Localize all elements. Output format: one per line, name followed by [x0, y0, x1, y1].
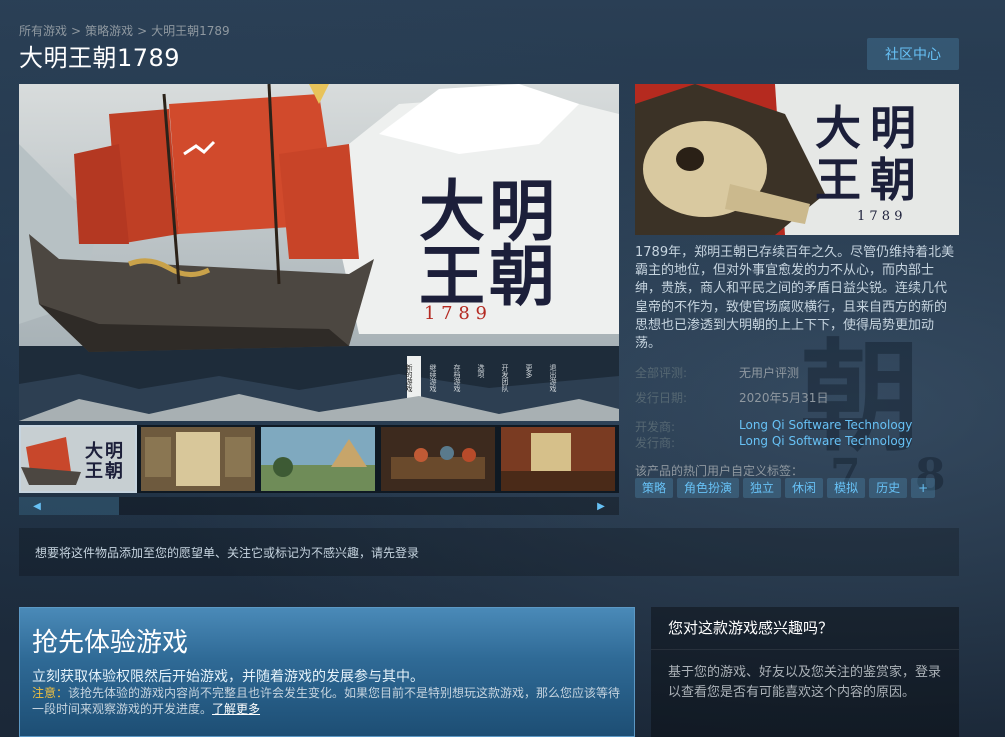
- reviews-value: 无用户评测: [739, 366, 800, 380]
- thumbnail-logo-char-3: 王: [85, 461, 103, 482]
- thumbnail-3-art: [261, 427, 375, 491]
- developer-link[interactable]: Long Qi Software Technology: [739, 418, 912, 432]
- tag-list: 策略 角色扮演 独立 休闲 模拟 历史 +: [635, 478, 936, 498]
- login-prompt-bar: 想要将这件物品添加至您的愿望单、关注它或标记为不感兴趣，请先登录: [19, 528, 959, 576]
- interest-box: 您对这款游戏感兴趣吗？ 基于您的游戏、好友以及您关注的鉴赏家，登录以查看您是否有…: [651, 607, 959, 737]
- hero-menu-new-game: 新的游戏: [405, 363, 413, 393]
- thumbnail-1[interactable]: 大 明 王 朝: [19, 425, 137, 493]
- hero-menu-more: 更多: [525, 364, 533, 379]
- thumbnail-3[interactable]: [261, 427, 375, 491]
- capsule-logo-char-3: 王: [815, 153, 861, 207]
- thumbnail-5-art: [501, 427, 615, 491]
- thumbnail-logo-char-2: 明: [105, 441, 123, 462]
- game-description: 1789年，郑明王朝已存续百年之久。尽管仍维持着北美霸主的地位，但对外事宜愈发的…: [635, 245, 955, 352]
- capsule-logo-char-2: 明: [870, 101, 916, 155]
- tags-label: 该产品的热门用户自定义标签：: [635, 464, 804, 478]
- learn-more-link[interactable]: 了解更多: [212, 702, 260, 716]
- tag-strategy[interactable]: 策略: [635, 478, 674, 498]
- tag-casual[interactable]: 休闲: [785, 478, 824, 498]
- hero-menu-continue: 继续游戏: [429, 363, 437, 393]
- tag-history[interactable]: 历史: [869, 478, 908, 498]
- reviews-label: 全部评测:: [635, 366, 688, 380]
- hero-logo-year: 1 7 8 9: [424, 303, 487, 324]
- interest-title: 您对这款游戏感兴趣吗？: [668, 619, 834, 637]
- capsule-logo-year: 1 7 8 9: [857, 209, 902, 224]
- early-access-box: 抢先体验游戏 立刻获取体验权限然后开始游戏，并随着游戏的发展参与其中。 注意：该…: [19, 607, 635, 737]
- early-access-subtitle: 立刻获取体验权限然后开始游戏，并随着游戏的发展参与其中。: [32, 669, 424, 685]
- publisher-label: 发行商:: [635, 436, 676, 450]
- breadcrumb-separator: >: [71, 24, 82, 38]
- capsule-logo-char-4: 朝: [870, 153, 916, 207]
- hero-menu-exit: 退出游戏: [549, 363, 557, 393]
- tag-indie[interactable]: 独立: [743, 478, 782, 498]
- tag-simulation[interactable]: 模拟: [827, 478, 866, 498]
- early-access-title: 抢先体验游戏: [32, 628, 189, 658]
- thumbnail-2[interactable]: [141, 427, 255, 491]
- page-title: 大明王朝1789: [19, 44, 181, 72]
- hero-menu-options: 选项: [477, 363, 485, 379]
- developer-label: 开发商:: [635, 420, 676, 434]
- thumbnail-4[interactable]: [381, 427, 495, 491]
- scroll-right-arrow-icon[interactable]: ▶: [587, 497, 615, 515]
- breadcrumb-strategy[interactable]: 策略游戏: [85, 24, 133, 38]
- thumbnail-5[interactable]: [501, 427, 615, 491]
- thumbnail-4-art: [381, 427, 495, 491]
- thumbnail-logo-char-4: 朝: [105, 460, 123, 482]
- interest-text: 基于您的游戏、好友以及您关注的鉴赏家，登录以查看您是否有可能喜欢这个内容的原因。: [668, 665, 942, 700]
- release-date-label: 发行日期:: [635, 391, 688, 405]
- login-prompt-text[interactable]: 想要将这件物品添加至您的愿望单、关注它或标记为不感兴趣，请先登录: [35, 544, 419, 561]
- thumbnail-2-art: [141, 427, 255, 491]
- breadcrumb-current[interactable]: 大明王朝1789: [151, 24, 230, 38]
- publisher-link[interactable]: Long Qi Software Technology: [739, 434, 912, 448]
- hero-menu-saves: 存档游戏: [453, 363, 461, 393]
- hero-logo-char-4: 朝: [489, 237, 555, 315]
- breadcrumb: 所有游戏 > 策略游戏 > 大明王朝1789: [19, 22, 230, 39]
- early-access-note-label: 注意：: [32, 686, 69, 700]
- capsule-logo-char-1: 大: [815, 101, 861, 155]
- thumbnail-strip: 大 明 王 朝: [19, 425, 619, 493]
- early-access-note-text: 该抢先体验的游戏内容尚不完整且也许会发生变化。如果您目前不是特别想玩这款游戏，那…: [32, 686, 621, 716]
- thumbnail-scrollbar[interactable]: ◀ ▶: [19, 497, 619, 515]
- thumbnail-logo-char-1: 大: [85, 440, 103, 462]
- add-tag-button[interactable]: +: [911, 478, 936, 498]
- early-access-note: 注意：该抢先体验的游戏内容尚不完整且也许会发生变化。如果您目前不是特别想玩这款游…: [32, 686, 622, 717]
- header-capsule-image: 大 明 王 朝 1 7 8 9: [635, 84, 959, 235]
- release-date-value: 2020年5月31日: [739, 391, 829, 405]
- thumbnail-1-art: 大 明 王 朝: [21, 427, 135, 491]
- breadcrumb-all-games[interactable]: 所有游戏: [19, 24, 67, 38]
- scroll-left-arrow-icon[interactable]: ◀: [23, 497, 51, 515]
- interest-divider: [651, 649, 959, 650]
- breadcrumb-separator: >: [137, 24, 148, 38]
- tag-rpg[interactable]: 角色扮演: [677, 478, 740, 498]
- community-hub-button[interactable]: 社区中心: [867, 38, 959, 70]
- main-screenshot[interactable]: 大 明 王 朝 1 7 8 9 新的游戏 继续游戏 存档游戏 选项 开发团队 更…: [19, 84, 619, 421]
- main-screenshot-art: 大 明 王 朝 1 7 8 9 新的游戏 继续游戏 存档游戏 选项 开发团队 更…: [19, 84, 619, 421]
- hero-menu-team: 开发团队: [501, 364, 509, 393]
- capsule-art: 大 明 王 朝 1 7 8 9: [635, 84, 959, 235]
